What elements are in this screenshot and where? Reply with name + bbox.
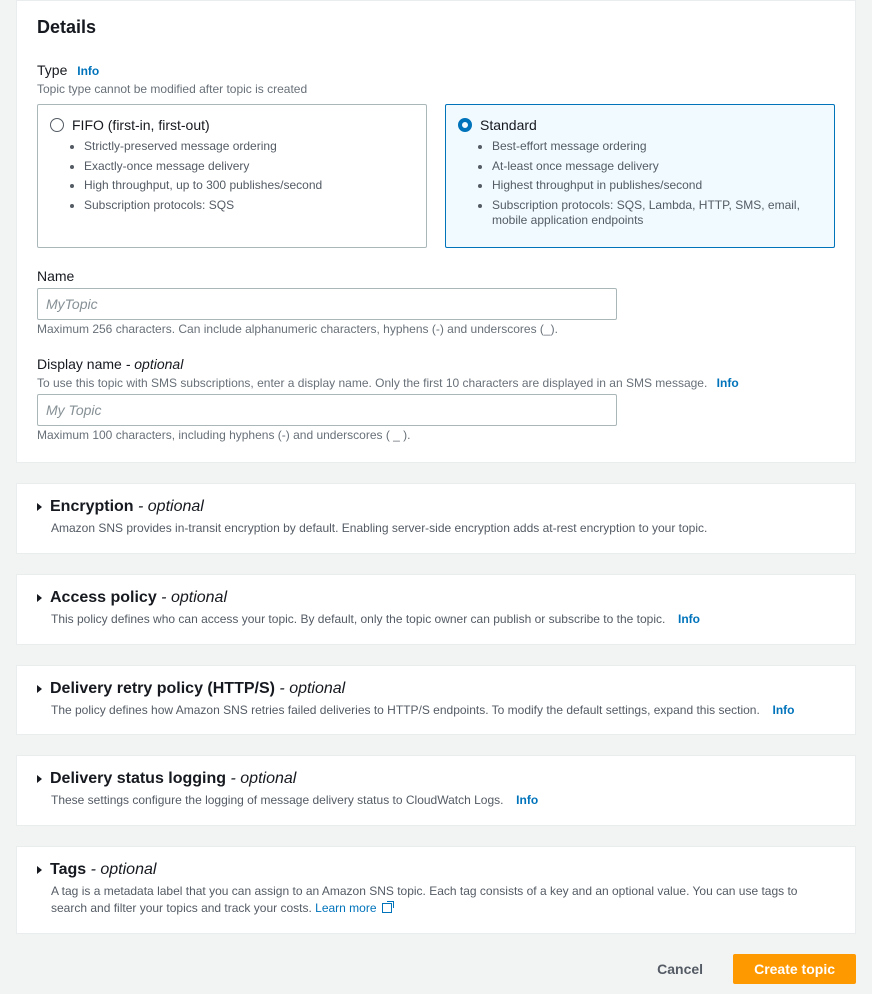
tags-learn-more-link[interactable]: Learn more (315, 901, 392, 915)
fifo-b2: Exactly-once message delivery (84, 159, 414, 175)
type-fifo-card[interactable]: FIFO (first-in, first-out) Strictly-pres… (37, 104, 427, 248)
caret-right-icon (37, 503, 42, 511)
fifo-b3: High throughput, up to 300 publishes/sec… (84, 178, 414, 194)
tags-title: Tags (50, 861, 86, 878)
fifo-b1: Strictly-preserved message ordering (84, 139, 414, 155)
tags-section: Tags - optional A tag is a metadata labe… (16, 846, 856, 934)
details-title: Details (37, 17, 835, 38)
tags-optional: - optional (86, 861, 156, 878)
standard-bullets: Best-effort message ordering At-least on… (492, 139, 822, 229)
fifo-bullets: Strictly-preserved message ordering Exac… (84, 139, 414, 213)
delivery-retry-desc: The policy defines how Amazon SNS retrie… (51, 702, 835, 719)
delivery-status-section: Delivery status logging - optional These… (16, 755, 856, 826)
standard-b3: Highest throughput in publishes/second (492, 178, 822, 194)
fifo-title: FIFO (first-in, first-out) (72, 117, 210, 133)
display-name-input[interactable] (37, 394, 617, 426)
delivery-status-toggle[interactable]: Delivery status logging - optional (37, 770, 835, 788)
access-policy-desc: This policy defines who can access your … (51, 611, 835, 628)
caret-right-icon (37, 866, 42, 874)
external-link-icon (382, 903, 392, 913)
standard-title: Standard (480, 117, 537, 133)
display-name-optional: - optional (122, 356, 183, 372)
delivery-retry-toggle[interactable]: Delivery retry policy (HTTP/S) - optiona… (37, 680, 835, 698)
name-input[interactable] (37, 288, 617, 320)
access-policy-section: Access policy - optional This policy def… (16, 574, 856, 645)
caret-right-icon (37, 594, 42, 602)
details-panel: Details Type Info Topic type cannot be m… (16, 0, 856, 463)
name-hint: Maximum 256 characters. Can include alph… (37, 322, 835, 336)
display-name-hint-text: To use this topic with SMS subscriptions… (37, 376, 707, 390)
name-field: Name Maximum 256 characters. Can include… (37, 268, 835, 336)
tags-toggle[interactable]: Tags - optional (37, 861, 835, 879)
cancel-button[interactable]: Cancel (637, 954, 723, 984)
access-policy-info-link[interactable]: Info (678, 612, 700, 626)
delivery-status-optional: - optional (226, 770, 296, 787)
delivery-retry-info-link[interactable]: Info (773, 703, 795, 717)
caret-right-icon (37, 685, 42, 693)
delivery-retry-title: Delivery retry policy (HTTP/S) (50, 680, 275, 697)
access-policy-desc-text: This policy defines who can access your … (51, 612, 665, 626)
tags-learn-more-text: Learn more (315, 901, 376, 915)
delivery-status-desc-text: These settings configure the logging of … (51, 793, 503, 807)
encryption-section: Encryption - optional Amazon SNS provide… (16, 483, 856, 554)
type-field: Type Info Topic type cannot be modified … (37, 62, 835, 248)
tags-desc: A tag is a metadata label that you can a… (51, 883, 835, 917)
create-topic-button[interactable]: Create topic (733, 954, 856, 984)
display-name-field: Display name - optional To use this topi… (37, 356, 835, 442)
delivery-retry-desc-text: The policy defines how Amazon SNS retrie… (51, 703, 760, 717)
access-policy-title: Access policy (50, 589, 157, 606)
encryption-desc: Amazon SNS provides in-transit encryptio… (51, 520, 835, 537)
encryption-title: Encryption (50, 498, 134, 515)
display-name-hint: To use this topic with SMS subscriptions… (37, 376, 835, 390)
standard-b2: At-least once message delivery (492, 159, 822, 175)
delivery-status-info-link[interactable]: Info (516, 793, 538, 807)
display-name-info-link[interactable]: Info (717, 376, 739, 390)
type-info-link[interactable]: Info (77, 64, 99, 78)
name-label: Name (37, 268, 74, 284)
fifo-b4: Subscription protocols: SQS (84, 198, 414, 214)
caret-right-icon (37, 775, 42, 783)
access-policy-toggle[interactable]: Access policy - optional (37, 589, 835, 607)
type-label: Type (37, 62, 67, 78)
delivery-status-desc: These settings configure the logging of … (51, 792, 835, 809)
radio-checked-icon (458, 118, 472, 132)
type-standard-card[interactable]: Standard Best-effort message ordering At… (445, 104, 835, 248)
encryption-optional: - optional (134, 498, 204, 515)
tags-desc-text: A tag is a metadata label that you can a… (51, 884, 797, 915)
type-hint: Topic type cannot be modified after topi… (37, 82, 835, 96)
display-name-label: Display name (37, 356, 122, 372)
delivery-status-title: Delivery status logging (50, 770, 226, 787)
radio-unchecked-icon (50, 118, 64, 132)
footer-actions: Cancel Create topic (0, 954, 872, 994)
encryption-toggle[interactable]: Encryption - optional (37, 498, 835, 516)
display-name-below-hint: Maximum 100 characters, including hyphen… (37, 428, 835, 442)
standard-b1: Best-effort message ordering (492, 139, 822, 155)
delivery-retry-optional: - optional (275, 680, 345, 697)
standard-b4: Subscription protocols: SQS, Lambda, HTT… (492, 198, 822, 229)
delivery-retry-section: Delivery retry policy (HTTP/S) - optiona… (16, 665, 856, 736)
access-policy-optional: - optional (157, 589, 227, 606)
